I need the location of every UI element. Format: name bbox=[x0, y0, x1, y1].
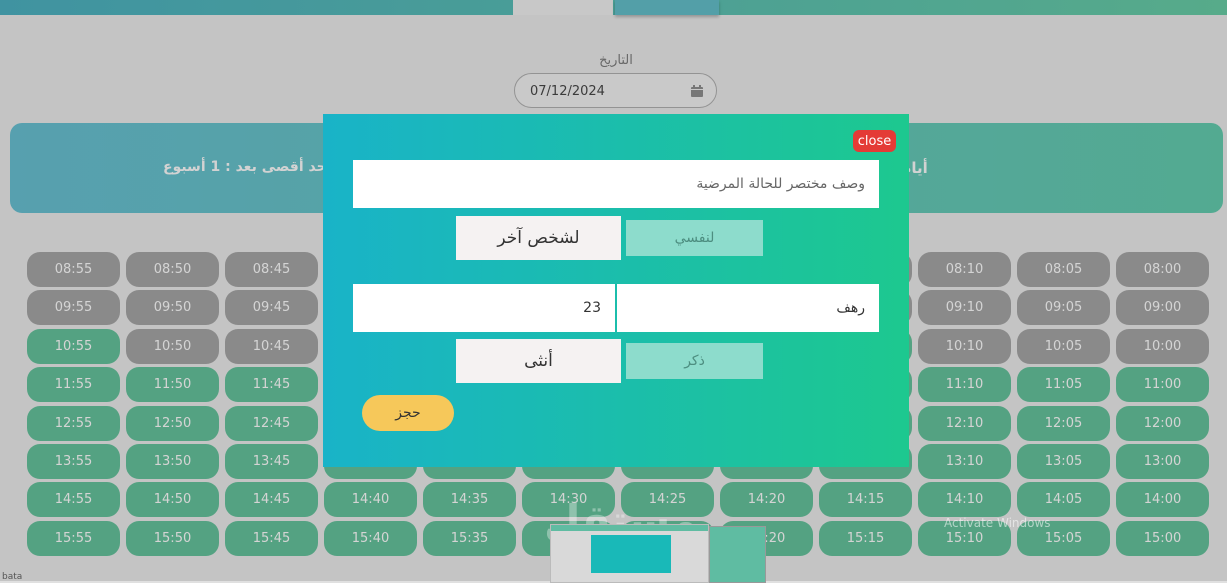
book-button[interactable]: حجز bbox=[362, 395, 454, 431]
thumbnail-preview[interactable] bbox=[550, 524, 709, 583]
male-option[interactable]: ذكر bbox=[626, 343, 763, 379]
female-option[interactable]: أنثى bbox=[456, 339, 621, 383]
thumbnail-preview-small[interactable] bbox=[709, 526, 766, 583]
for-other-option[interactable]: لشخص آخر bbox=[456, 216, 621, 260]
for-self-option[interactable]: لنفسي bbox=[626, 220, 763, 256]
thumbnail-modal bbox=[591, 535, 671, 573]
thumbnail-bar bbox=[551, 525, 708, 531]
close-button[interactable]: close bbox=[853, 130, 896, 152]
booking-modal: close لشخص آخر لنفسي 23 رهف أنثى ذكر حجز bbox=[323, 114, 909, 467]
age-field[interactable]: 23 bbox=[353, 284, 615, 332]
name-field[interactable]: رهف bbox=[617, 284, 879, 332]
activation-watermark: Activate Windows bbox=[944, 516, 1051, 530]
description-input[interactable] bbox=[353, 160, 879, 208]
